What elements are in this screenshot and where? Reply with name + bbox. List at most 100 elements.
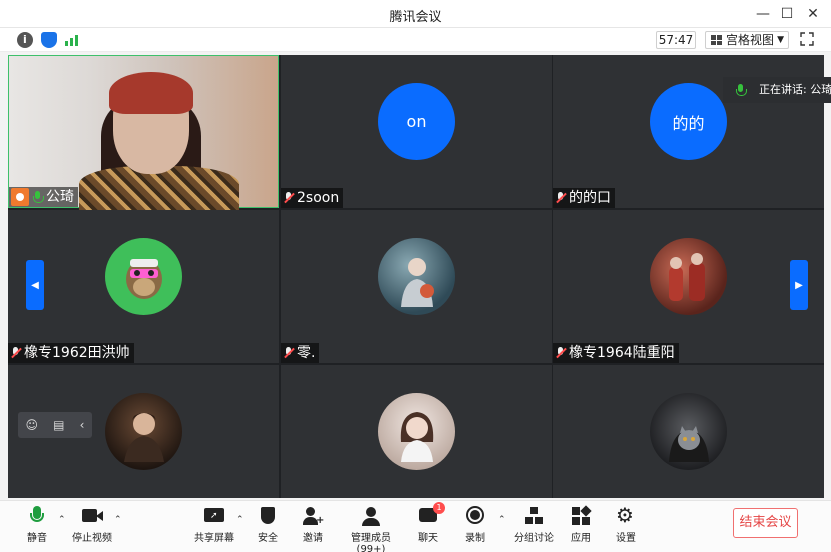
chat-bubble-icon[interactable]: ▤ <box>53 418 64 432</box>
video-tile-6[interactable]: 橡专1964陆重阳 <box>553 210 824 363</box>
view-switch-button[interactable]: 宫格视图 ▼ <box>705 31 789 49</box>
apps-button[interactable]: 应用 <box>568 505 594 548</box>
members-label: 管理成员(99+) <box>351 533 391 552</box>
settings-label: 设置 <box>616 533 636 544</box>
apps-label: 应用 <box>571 533 591 544</box>
members-icon <box>360 506 382 526</box>
avatar <box>105 393 182 470</box>
close-icon[interactable]: ✕ <box>803 4 823 24</box>
breakout-label: 分组讨论 <box>514 533 554 544</box>
minimize-icon[interactable]: — <box>753 4 773 24</box>
share-screen-button[interactable]: ➚ 共享屏幕 <box>192 506 236 548</box>
record-button[interactable]: 录制 <box>462 506 488 548</box>
reaction-toolbar: ☺ ▤ ‹ <box>18 412 92 438</box>
participant-name: 2soon <box>297 190 340 206</box>
video-grid: 公琦 on 2soon 的的 的的口 橡专1962田洪帅 零. 橡专1964陆重… <box>8 55 824 498</box>
avatar-text: on <box>406 112 427 131</box>
caret-down-icon: ▼ <box>777 35 784 45</box>
meeting-timer: 57:47 <box>656 31 696 49</box>
mic-on-icon <box>735 83 747 97</box>
person-avatar-icon <box>400 257 434 307</box>
participant-name: 零. <box>297 345 316 361</box>
record-options-caret-icon[interactable]: ⌃ <box>498 515 506 525</box>
name-bar: 零. <box>281 343 320 363</box>
grid-icon <box>711 35 722 45</box>
mic-muted-icon <box>555 191 566 205</box>
stop-video-label: 停止视频 <box>72 533 112 544</box>
name-bar: 的的口 <box>553 188 615 208</box>
cat-avatar-icon <box>668 425 709 462</box>
security-label: 安全 <box>258 533 278 544</box>
mic-muted-icon <box>555 346 566 360</box>
fullscreen-icon[interactable] <box>800 32 814 46</box>
invite-button[interactable]: + 邀请 <box>300 506 326 548</box>
breakout-icon <box>523 506 545 526</box>
security-button[interactable]: 安全 <box>255 506 281 548</box>
signal-icon[interactable] <box>64 32 80 48</box>
avatar: 的的 <box>650 83 727 160</box>
control-bar: 静音 ⌃ 停止视频 ⌃ ➚ 共享屏幕 ⌃ 安全 + 邀请 管理成员(99+) 1… <box>0 500 831 552</box>
person-avatar-icon <box>123 412 164 462</box>
video-tile-2[interactable]: on 2soon <box>281 55 552 208</box>
gear-icon: ⚙ <box>616 503 634 527</box>
microphone-icon <box>26 506 48 526</box>
invite-label: 邀请 <box>303 533 323 544</box>
record-icon <box>464 506 486 526</box>
window-title: 腾讯会议 <box>389 10 442 25</box>
mute-button[interactable]: 静音 <box>22 506 52 548</box>
participant-name: 的的口 <box>569 190 611 206</box>
meeting-toolbar: i 57:47 宫格视图 ▼ <box>0 28 831 52</box>
shield-icon[interactable] <box>41 32 57 48</box>
invite-user-icon: + <box>302 506 324 526</box>
video-tile-4[interactable]: 橡专1962田洪帅 <box>8 210 279 363</box>
avatar <box>650 238 727 315</box>
record-label: 录制 <box>465 533 485 544</box>
manage-members-button[interactable]: 管理成员(99+) <box>338 506 404 552</box>
avatar <box>378 238 455 315</box>
participant-video-hat <box>109 72 193 114</box>
info-icon[interactable]: i <box>17 32 33 48</box>
title-bar: 腾讯会议 — ☐ ✕ <box>0 0 831 28</box>
prev-page-button[interactable]: ◀ <box>26 260 44 310</box>
apps-icon <box>570 505 592 526</box>
avatar <box>105 238 182 315</box>
stop-video-button[interactable]: 停止视频 <box>70 506 114 548</box>
ape-avatar-icon <box>125 258 162 299</box>
chat-icon: 1 <box>417 502 445 526</box>
name-bar: 橡专1962田洪帅 <box>8 343 134 363</box>
shield-icon <box>257 506 279 526</box>
participant-name: 橡专1964陆重阳 <box>569 345 675 361</box>
people-avatar-icon <box>668 252 705 301</box>
view-label: 宫格视图 <box>726 33 775 47</box>
name-bar: 公琦 <box>9 187 78 207</box>
mic-muted-icon <box>283 346 294 360</box>
host-icon <box>11 188 29 206</box>
video-camera-icon <box>81 506 103 526</box>
share-options-caret-icon[interactable]: ⌃ <box>236 515 244 525</box>
mute-label: 静音 <box>27 533 47 544</box>
video-tile-8[interactable] <box>281 365 552 498</box>
video-tile-9[interactable] <box>553 365 824 498</box>
chat-label: 聊天 <box>418 533 438 544</box>
avatar-text: 的的 <box>672 113 705 133</box>
participant-name: 公琦 <box>46 189 74 205</box>
emoji-icon[interactable]: ☺ <box>26 418 39 432</box>
end-meeting-button[interactable]: 结束会议 <box>733 508 798 538</box>
breakout-rooms-button[interactable]: 分组讨论 <box>512 506 556 548</box>
chevron-right-icon: ▶ <box>795 279 803 291</box>
mute-options-caret-icon[interactable]: ⌃ <box>58 515 66 525</box>
chat-button[interactable]: 1 聊天 <box>415 502 445 548</box>
maximize-icon[interactable]: ☐ <box>777 4 797 24</box>
mic-muted-icon <box>10 346 21 360</box>
video-tile-5[interactable]: 零. <box>281 210 552 363</box>
next-page-button[interactable]: ▶ <box>790 260 808 310</box>
mic-muted-icon <box>283 191 294 205</box>
speaking-indicator: 正在讲话: 公琦 <box>723 77 831 103</box>
avatar: on <box>378 83 455 160</box>
collapse-icon[interactable]: ‹ <box>80 418 85 432</box>
name-bar: 2soon <box>281 188 344 208</box>
settings-button[interactable]: ⚙ 设置 <box>613 503 639 548</box>
video-options-caret-icon[interactable]: ⌃ <box>114 515 122 525</box>
video-tile-1[interactable]: 公琦 <box>8 55 279 211</box>
share-screen-icon: ➚ <box>203 506 225 526</box>
